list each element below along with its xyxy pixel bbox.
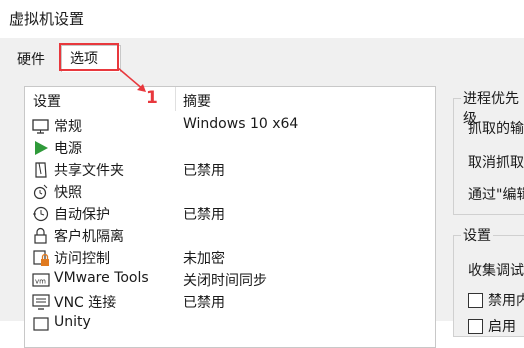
list-item-summary: 已禁用 <box>183 163 225 179</box>
group-title: 设置 <box>461 225 493 245</box>
vnc-icon <box>32 294 50 310</box>
shared-folder-icon <box>35 162 47 178</box>
list-item-label: 快照 <box>54 185 82 201</box>
process-priority-grabbed-label: 抓取的输 <box>468 121 524 137</box>
list-item-label: 自动保护 <box>54 207 110 223</box>
column-divider[interactable] <box>175 87 176 111</box>
list-item-power[interactable]: 电源 <box>25 137 435 159</box>
unity-icon <box>33 317 49 331</box>
annotation-arrow-icon <box>117 67 146 92</box>
list-item-label: 常规 <box>54 119 82 135</box>
list-item-unity[interactable]: Unity <box>25 313 435 335</box>
disable-checkbox[interactable] <box>468 293 483 308</box>
lock-icon <box>34 227 47 244</box>
list-item-autoprotect[interactable]: 自动保护 已禁用 <box>25 203 435 225</box>
process-priority-edit-hint: 通过"编辑 <box>468 187 524 203</box>
settings-group: 设置 收集调试 禁用内 启用 <box>453 225 524 337</box>
list-item-summary: Windows 10 x64 <box>183 116 299 132</box>
list-item-summary: 已禁用 <box>183 207 225 223</box>
tab-hardware[interactable]: 硬件 <box>10 48 52 72</box>
process-priority-ungrabbed-label: 取消抓取 <box>468 155 524 171</box>
list-item-summary: 未加密 <box>183 251 225 267</box>
process-priority-group: 进程优先级 抓取的输 取消抓取 通过"编辑 <box>453 88 524 215</box>
list-item-general[interactable]: 常规 Windows 10 x64 <box>25 115 435 137</box>
list-item-summary: 关闭时间同步 <box>183 273 267 289</box>
list-item-label: 客户机隔离 <box>54 229 124 245</box>
options-list[interactable]: 设置 摘要 常规 Windows 10 x64 电源 共享文件夹 已禁用 快照 … <box>24 86 436 348</box>
list-item-shared-folders[interactable]: 共享文件夹 已禁用 <box>25 159 435 181</box>
list-item-label: VNC 连接 <box>54 295 117 311</box>
list-item-label: VMware Tools <box>54 270 149 286</box>
enable-checkbox-label[interactable]: 启用 <box>488 316 516 336</box>
list-item-vnc-connection[interactable]: VNC 连接 已禁用 <box>25 291 435 313</box>
options-page: 设置 摘要 常规 Windows 10 x64 电源 共享文件夹 已禁用 快照 … <box>0 73 524 348</box>
title-bar: 虚拟机设置 <box>0 0 524 40</box>
list-item-snapshots[interactable]: 快照 <box>25 181 435 203</box>
snapshot-icon <box>33 184 48 200</box>
monitor-icon <box>32 119 49 134</box>
list-item-label: Unity <box>54 314 91 330</box>
list-item-label: 访问控制 <box>54 251 110 267</box>
list-item-label: 电源 <box>54 141 82 157</box>
list-item-summary: 已禁用 <box>183 295 225 311</box>
column-header-summary[interactable]: 摘要 <box>183 91 211 111</box>
svg-text:vm: vm <box>35 278 46 286</box>
list-item-guest-isolation[interactable]: 客户机隔离 <box>25 225 435 247</box>
annotation-highlight-box <box>59 43 119 71</box>
disable-checkbox-label[interactable]: 禁用内 <box>488 290 524 310</box>
vm-icon: vm <box>32 273 50 287</box>
play-icon <box>35 141 48 155</box>
enable-checkbox[interactable] <box>468 319 483 334</box>
debug-collection-label: 收集调试 <box>468 263 524 279</box>
list-item-access-control[interactable]: 访问控制 未加密 <box>25 247 435 269</box>
annotation-number: 1 <box>146 88 158 108</box>
autoprotect-clock-icon <box>33 206 49 222</box>
list-item-vmware-tools[interactable]: vm VMware Tools 关闭时间同步 <box>25 269 435 291</box>
window-title: 虚拟机设置 <box>9 10 85 28</box>
access-control-lock-icon <box>33 250 49 266</box>
column-header-setting[interactable]: 设置 <box>33 91 61 111</box>
list-item-label: 共享文件夹 <box>54 163 124 179</box>
